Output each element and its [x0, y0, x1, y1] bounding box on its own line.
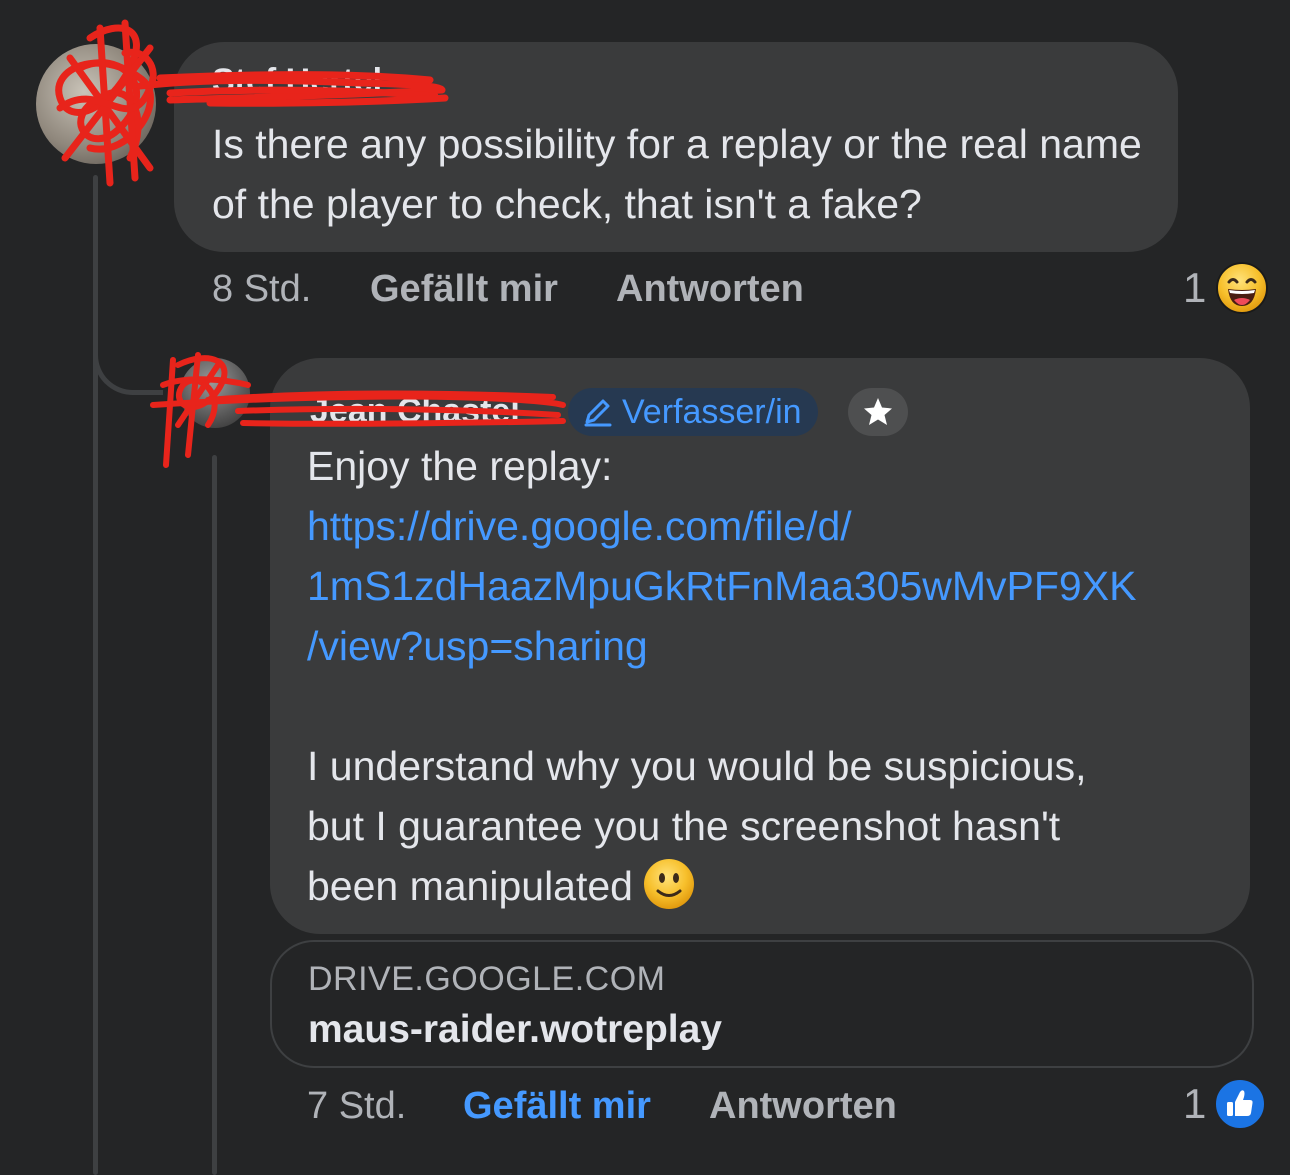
- laughing-emoji-icon[interactable]: [1216, 262, 1268, 314]
- reply-timestamp: 7 Std.: [307, 1085, 407, 1127]
- reaction-count[interactable]: 1: [1183, 1080, 1206, 1128]
- reply-line-last: been manipulated: [307, 856, 1237, 916]
- link-preview-title: maus-raider.wotreplay: [308, 1008, 722, 1051]
- paragraph-break: [307, 676, 1237, 736]
- author-badge-label: Verfasser/in: [622, 392, 802, 431]
- thread-branch-line: [93, 300, 163, 395]
- drive-link[interactable]: 1mS1zdHaazMpuGkRtFnMaa305wMvPF9XK: [307, 556, 1237, 616]
- link-preview-domain: DRIVE.GOOGLE.COM: [308, 960, 666, 998]
- comment-thread: Stef Hertel Is there any possibility for…: [0, 0, 1290, 1175]
- reply-author[interactable]: Jean Chastel: [310, 392, 520, 431]
- reply-line: Enjoy the replay:: [307, 443, 613, 489]
- reply-line: I understand why you would be suspicious…: [307, 743, 1087, 789]
- author-badge[interactable]: Verfasser/in: [568, 388, 818, 436]
- comment-text: Is there any possibility for a replay or…: [212, 121, 1142, 227]
- pencil-icon: [584, 399, 612, 427]
- reply-line: but I guarantee you the screenshot hasn'…: [307, 803, 1061, 849]
- like-thumb-icon[interactable]: [1214, 1078, 1266, 1130]
- reply-button[interactable]: Antworten: [709, 1085, 897, 1128]
- reply-button[interactable]: Antworten: [616, 268, 804, 311]
- reply-thread-line: [212, 455, 217, 1175]
- reply-text: Enjoy the replay: https://drive.google.c…: [307, 436, 1237, 916]
- reaction-count[interactable]: 1: [1183, 264, 1206, 312]
- like-button[interactable]: Gefällt mir: [370, 268, 558, 311]
- comment-timestamp: 8 Std.: [212, 268, 312, 310]
- avatar[interactable]: [36, 44, 156, 164]
- slightly-smiling-emoji-icon: [643, 859, 694, 909]
- link-preview-card[interactable]: DRIVE.GOOGLE.COM maus-raider.wotreplay: [270, 940, 1254, 1068]
- drive-link[interactable]: https://drive.google.com/file/d/: [307, 496, 1237, 556]
- comment-author[interactable]: Stef Hertel: [212, 62, 382, 101]
- reply-avatar[interactable]: [180, 358, 250, 428]
- like-button[interactable]: Gefällt mir: [463, 1085, 651, 1128]
- star-icon: [864, 398, 892, 425]
- drive-link[interactable]: /view?usp=sharing: [307, 616, 1237, 676]
- reply-line-text: been manipulated: [307, 863, 633, 909]
- top-fan-badge[interactable]: [848, 388, 908, 436]
